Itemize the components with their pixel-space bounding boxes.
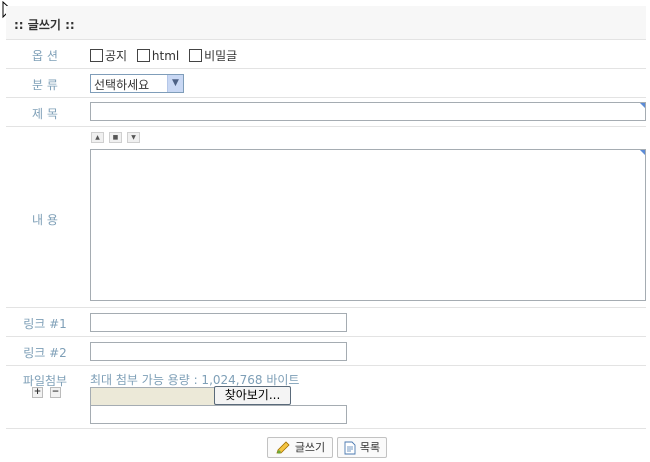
secret-option[interactable]: 비밀글 bbox=[189, 47, 237, 64]
category-label: 분 류 bbox=[32, 78, 58, 92]
notice-option[interactable]: 공지 bbox=[90, 47, 127, 64]
link2-label: 링크 #2 bbox=[23, 346, 67, 360]
secret-checkbox[interactable] bbox=[189, 49, 203, 62]
file-label: 파일첨부 bbox=[22, 374, 68, 388]
textarea-reset-button[interactable]: ■ bbox=[109, 132, 122, 143]
list-label: 목록 bbox=[359, 441, 381, 454]
pencil-icon bbox=[276, 440, 290, 454]
file-row: 파일첨부 + − 최대 첨부 가능 용량 : 1,024,768 바이트 찾아보… bbox=[6, 366, 646, 429]
secret-label: 비밀글 bbox=[204, 49, 238, 63]
content-label: 내 용 bbox=[32, 213, 58, 227]
submit-label: 글쓰기 bbox=[294, 441, 326, 454]
category-select[interactable]: 선택하세요 ▼ bbox=[90, 74, 184, 93]
page-title: :: 글쓰기 :: bbox=[14, 18, 75, 32]
notice-checkbox[interactable] bbox=[90, 49, 103, 62]
add-file-button[interactable]: + bbox=[32, 387, 43, 398]
options-label: 옵 션 bbox=[32, 49, 58, 63]
category-selected-value: 선택하세요 bbox=[94, 78, 150, 92]
html-option[interactable]: html bbox=[136, 48, 180, 63]
options-row: 옵 션 공지 html 비밀글 bbox=[6, 40, 646, 69]
chevron-down-icon[interactable]: ▼ bbox=[167, 75, 183, 92]
link1-row: 링크 #1 bbox=[6, 308, 646, 337]
list-button[interactable]: 목록 bbox=[337, 437, 387, 458]
document-icon bbox=[344, 441, 356, 454]
browse-button[interactable]: 찾아보기... bbox=[214, 386, 291, 405]
textarea-shrink-button[interactable]: ▲ bbox=[91, 132, 104, 143]
content-textarea[interactable] bbox=[90, 149, 646, 301]
subject-input[interactable] bbox=[90, 102, 646, 121]
html-checkbox[interactable] bbox=[136, 49, 150, 62]
link2-row: 링크 #2 bbox=[6, 337, 646, 366]
file-path-field[interactable] bbox=[90, 387, 216, 406]
file-description-input[interactable] bbox=[90, 405, 347, 424]
subject-row: 제 목 bbox=[6, 98, 646, 127]
html-label: html bbox=[151, 48, 180, 63]
submit-button[interactable]: 글쓰기 bbox=[267, 437, 333, 458]
link1-label: 링크 #1 bbox=[23, 317, 67, 331]
link2-input[interactable] bbox=[90, 342, 347, 361]
options-group: 공지 html 비밀글 bbox=[90, 47, 243, 65]
subject-label: 제 목 bbox=[32, 107, 58, 121]
category-row: 분 류 선택하세요 ▼ bbox=[6, 69, 646, 98]
textarea-expand-button[interactable]: ▼ bbox=[127, 132, 140, 143]
remove-file-button[interactable]: − bbox=[50, 387, 61, 398]
content-row: 내 용 ▲ ■ ▼ bbox=[6, 127, 646, 308]
link1-input[interactable] bbox=[90, 313, 347, 332]
form-header: :: 글쓰기 :: bbox=[6, 6, 646, 40]
notice-label: 공지 bbox=[105, 49, 128, 63]
